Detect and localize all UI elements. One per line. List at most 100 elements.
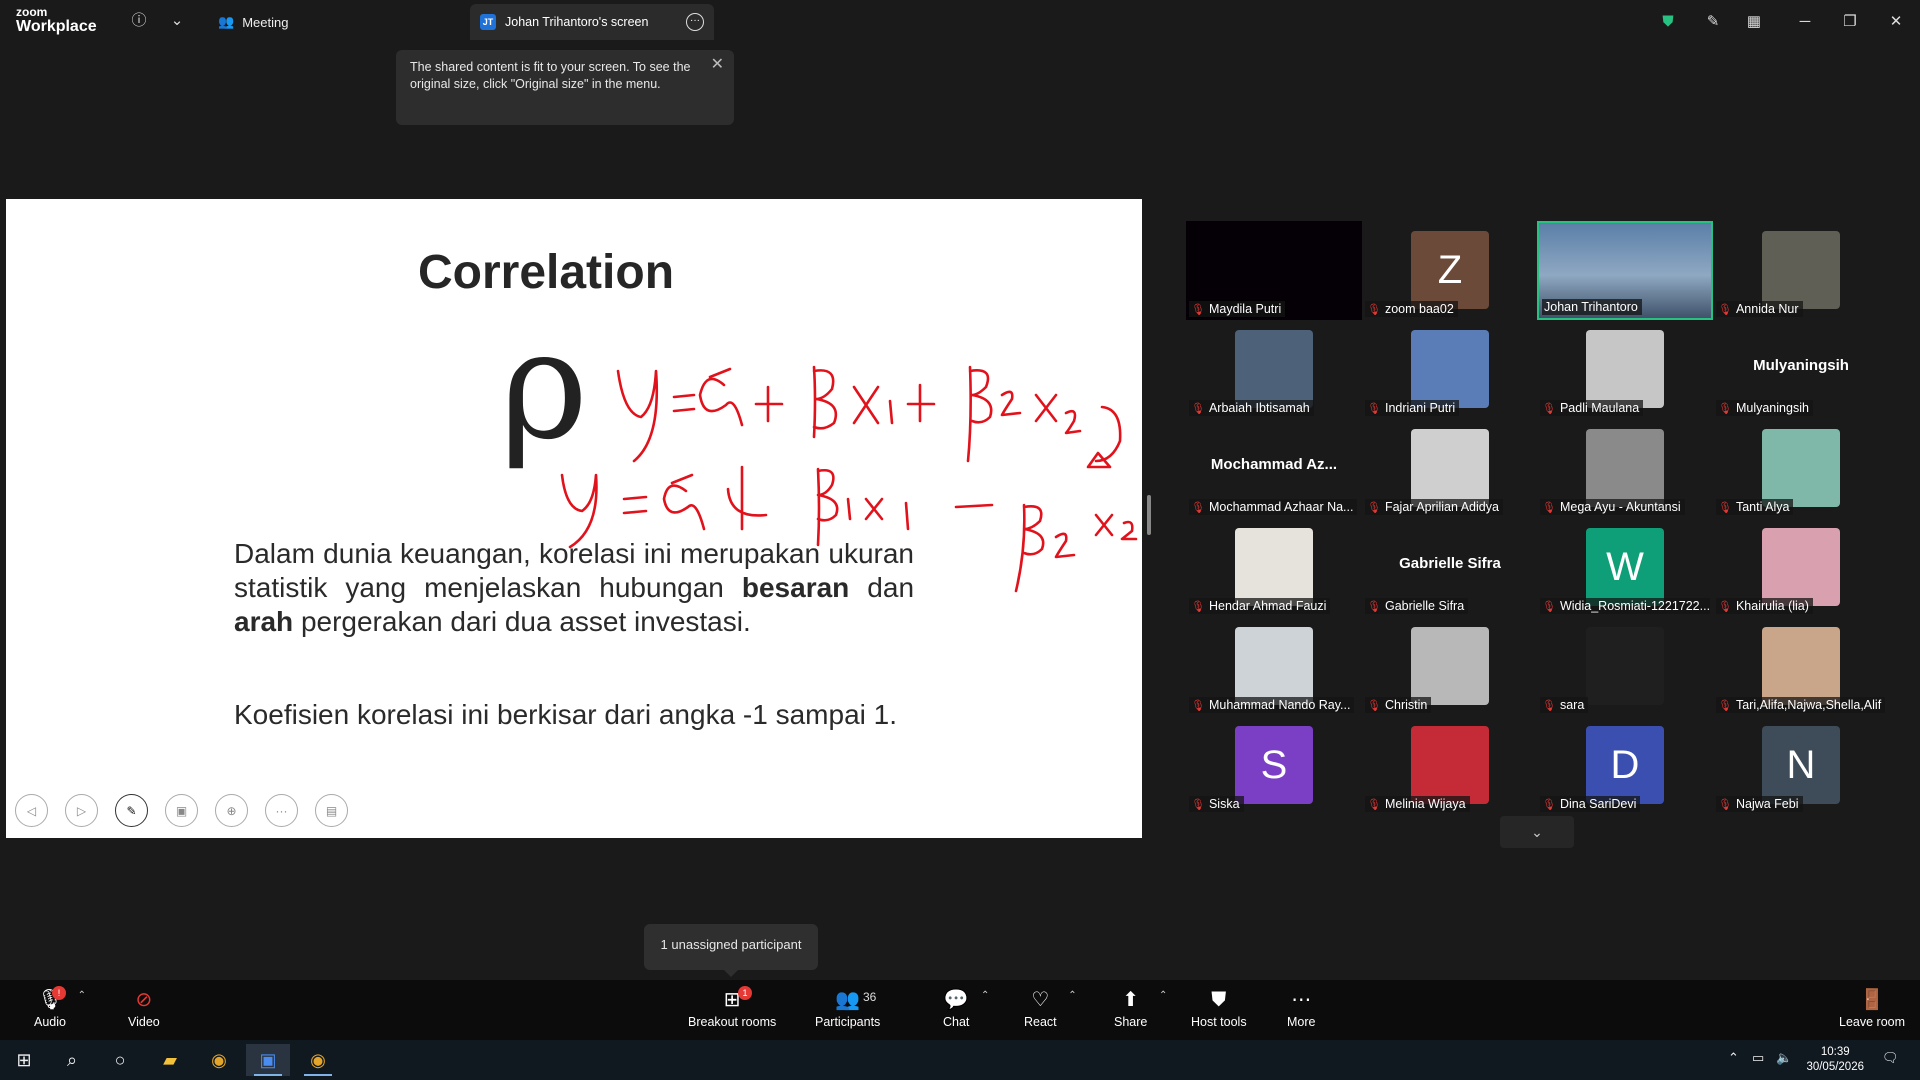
chevron-down-icon[interactable]: ⌄ (166, 10, 188, 32)
share-options-caret[interactable]: ⌃ (1159, 990, 1167, 1001)
tab-shared-screen[interactable]: JT Johan Trihantoro's screen ··· (470, 4, 714, 40)
react-options-caret[interactable]: ⌃ (1068, 990, 1076, 1001)
meeting-info-icon[interactable]: ⓘ (128, 10, 150, 32)
participant-tile[interactable]: 🎙 Arbaiah Ibtisamah (1186, 320, 1362, 419)
participant-tile[interactable]: Z 🎙 zoom baa02 (1362, 221, 1538, 320)
participant-tile[interactable]: 🎙 Muhammad Nando Ray... (1186, 617, 1362, 716)
system-clock[interactable]: 10:39 30/05/2026 (1806, 1045, 1864, 1075)
participant-tile[interactable]: Johan Trihantoro (1537, 221, 1713, 320)
participant-tile[interactable]: 🎙 sara (1537, 617, 1713, 716)
network-icon[interactable]: ▭ (1752, 1050, 1764, 1066)
previous-slide-icon[interactable]: ◁ (15, 794, 48, 827)
view-options-icon[interactable]: ··· (686, 13, 704, 31)
participant-name-label: 🎙 Khairulia (lia) (1716, 598, 1813, 614)
breakout-rooms-button[interactable]: ⊞ 1 Breakout rooms (688, 986, 776, 1029)
chrome-profile-icon[interactable]: ◉ (296, 1044, 340, 1076)
panel-resize-handle[interactable] (1147, 495, 1151, 535)
participant-tile[interactable]: Mulyaningsih 🎙 Mulyaningsih (1713, 320, 1889, 419)
volume-icon[interactable]: 🔈 (1776, 1050, 1792, 1066)
zoom-slide-icon[interactable]: ⊕ (215, 794, 248, 827)
chevron-down-icon[interactable]: ⌄ (1500, 816, 1574, 848)
close-tooltip-icon[interactable]: ✕ (711, 56, 724, 73)
more-icon: ⋯ (1291, 989, 1312, 1011)
audio-options-caret[interactable]: ⌃ (78, 990, 86, 1001)
participant-tile[interactable]: 🎙 Mega Ayu - Akuntansi (1537, 419, 1713, 518)
more-options-icon[interactable]: ··· (265, 794, 298, 827)
participant-tile[interactable]: 🎙 Indriani Putri (1362, 320, 1538, 419)
participant-tile[interactable]: 🎙 Maydila Putri (1186, 221, 1362, 320)
participant-tile[interactable]: N 🎙 Najwa Febi (1713, 716, 1889, 815)
subtitles-icon[interactable]: ▤ (315, 794, 348, 827)
participant-tile[interactable]: 🎙 Melinia Wijaya (1362, 716, 1538, 815)
participant-name-label: 🎙 Christin (1365, 697, 1432, 713)
participant-photo (1762, 231, 1840, 309)
shared-screen-content[interactable]: Correlation ρ Dalam dunia keuangan, kore… (6, 199, 1142, 838)
participant-tile[interactable]: 🎙 Fajar Aprilian Adidya (1362, 419, 1538, 518)
zoom-taskbar-icon[interactable]: ▣ (246, 1044, 290, 1076)
participant-photo (1762, 627, 1840, 705)
participant-name-label: 🎙 Siska (1189, 796, 1244, 812)
participant-name-label: 🎙 Widia_Rosmiati-1221722... (1540, 598, 1710, 614)
microphone-muted-icon: 🎙 (1367, 402, 1381, 415)
annotate-pen-icon[interactable]: ✎ (1701, 10, 1725, 34)
microphone-muted-icon: 🎙 (1191, 303, 1205, 316)
participants-button[interactable]: 👥 36 Participants (815, 988, 880, 1029)
host-tools-button[interactable]: ⛊ Host tools (1191, 988, 1247, 1029)
video-button[interactable]: ⊘ Video (128, 988, 160, 1029)
microphone-muted-icon: 🎙 (1367, 303, 1381, 316)
participant-tile[interactable]: 🎙 Hendar Ahmad Fauzi (1186, 518, 1362, 617)
participant-name-label: 🎙 Arbaiah Ibtisamah (1189, 400, 1314, 416)
chat-options-caret[interactable]: ⌃ (981, 990, 989, 1001)
windows-start-icon[interactable]: ⊞ (2, 1044, 46, 1076)
participant-tile[interactable]: Gabrielle Sifra 🎙 Gabrielle Sifra (1362, 518, 1538, 617)
see-all-slides-icon[interactable]: ▣ (165, 794, 198, 827)
view-layout-icon[interactable]: ▦ (1742, 10, 1766, 34)
participant-tile[interactable]: 🎙 Tanti Alya (1713, 419, 1889, 518)
tray-chevron-icon[interactable]: ⌃ (1728, 1050, 1739, 1066)
close-icon[interactable]: ✕ (1884, 10, 1908, 34)
participant-name-label: 🎙 Indriani Putri (1365, 400, 1460, 416)
react-button[interactable]: ♡ React ⌃ (1024, 988, 1077, 1029)
shield-icon[interactable]: ⛊ (1656, 10, 1680, 34)
task-view-icon[interactable]: ○ (98, 1044, 142, 1076)
participant-tile[interactable]: 🎙 Padli Maulana (1537, 320, 1713, 419)
participant-avatar: S (1235, 726, 1313, 804)
microphone-muted-icon: 🎙 (1542, 501, 1556, 514)
chrome-icon[interactable]: ◉ (197, 1044, 241, 1076)
participant-tile[interactable]: W 🎙 Widia_Rosmiati-1221722... (1537, 518, 1713, 617)
chat-button[interactable]: 💬 Chat ⌃ (943, 988, 989, 1029)
breakout-badge: 1 (738, 986, 752, 1000)
restore-icon[interactable]: ❐ (1838, 10, 1862, 34)
handwritten-annotation (560, 365, 1138, 593)
minimize-icon[interactable]: ─ (1793, 10, 1817, 34)
participant-name-label: 🎙 Padli Maulana (1540, 400, 1644, 416)
video-off-icon: ⊘ (135, 989, 153, 1011)
microphone-muted-icon: 🎙 (1191, 501, 1205, 514)
next-slide-icon[interactable]: ▷ (65, 794, 98, 827)
participant-name-label: 🎙 Tanti Alya (1716, 499, 1794, 515)
share-button[interactable]: ⬆ Share ⌃ (1114, 988, 1167, 1029)
microphone-muted-icon: 🎙 (1542, 600, 1556, 613)
participant-tile[interactable]: S 🎙 Siska (1186, 716, 1362, 815)
participant-tile[interactable]: D 🎙 Dina SariDevi (1537, 716, 1713, 815)
chat-icon: 💬 (943, 989, 969, 1011)
file-explorer-icon[interactable]: ▰ (148, 1044, 192, 1076)
participant-photo (1235, 528, 1313, 606)
audio-button[interactable]: 🎙 ! Audio ⌃ (34, 986, 86, 1029)
participant-tile[interactable]: 🎙 Tari,Alifa,Najwa,Shella,Alif (1713, 617, 1889, 716)
search-icon[interactable]: ⌕ (50, 1044, 94, 1076)
more-button[interactable]: ⋯ More (1287, 988, 1315, 1029)
participant-tile[interactable]: 🎙 Christin (1362, 617, 1538, 716)
participant-tile[interactable]: 🎙 Khairulia (lia) (1713, 518, 1889, 617)
participant-photo (1586, 429, 1664, 507)
microphone-muted-icon: 🎙 (1542, 798, 1556, 811)
audio-warning-badge: ! (52, 986, 66, 1000)
participant-tile[interactable]: 🎙 Annida Nur (1713, 221, 1889, 320)
participant-tile[interactable]: Mochammad Az... 🎙 Mochammad Azhaar Na... (1186, 419, 1362, 518)
pen-icon[interactable]: ✎ (115, 794, 148, 827)
leave-room-button[interactable]: 🚪 Leave room (1839, 988, 1905, 1029)
notifications-icon[interactable]: 🗨 (1882, 1050, 1899, 1066)
tab-meeting[interactable]: 👥 Meeting (218, 10, 288, 34)
microphone-muted-icon: 🎙 (1718, 501, 1732, 514)
microphone-muted-icon: 🎙 (1191, 402, 1205, 415)
